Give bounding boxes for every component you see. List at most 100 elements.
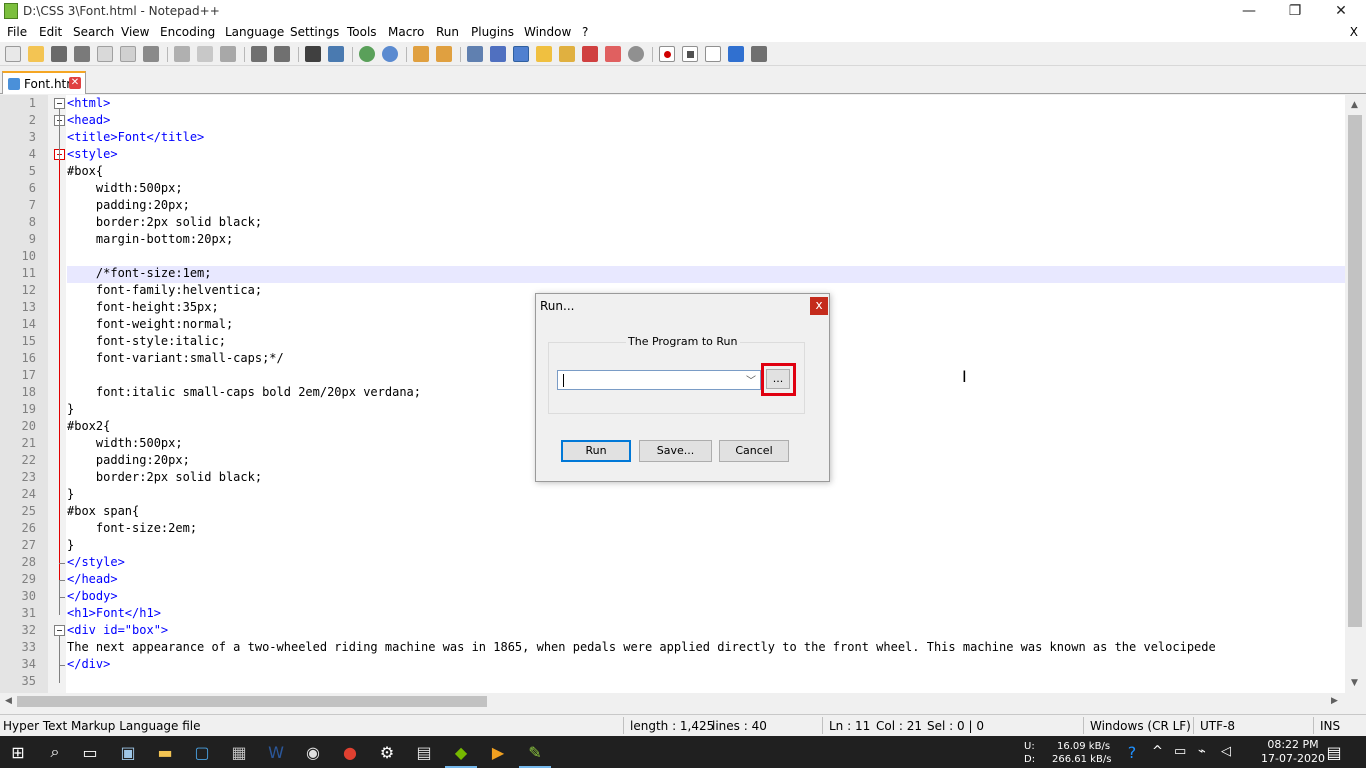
media-player-icon[interactable]: ◉ [301,740,325,764]
chrome-browser-icon[interactable]: ● [338,740,362,764]
calculator-icon[interactable]: ▦ [227,740,251,764]
notepad-plus-plus-taskbar-icon[interactable]: ✎ [523,740,547,764]
store-bag-icon[interactable]: ▤ [412,740,436,764]
menu-settings[interactable]: Settings [290,25,339,39]
photos-app-icon[interactable]: ▣ [116,740,140,764]
code-line[interactable]: font-weight:normal; [67,316,233,333]
scroll-up-icon[interactable]: ▲ [1351,100,1358,110]
code-line[interactable]: padding:20px; [67,197,190,214]
code-line[interactable]: font-height:35px; [67,299,219,316]
play-macro-icon[interactable] [705,46,721,62]
close-icon[interactable] [97,46,113,62]
save-macro-icon[interactable] [751,46,767,62]
run-multiple-icon[interactable] [728,46,744,62]
vertical-scrollbar[interactable]: ▲ ▼ [1345,95,1366,693]
menu-view[interactable]: View [121,25,149,39]
help-icon[interactable]: ? [1120,740,1144,764]
code-line[interactable]: #box span{ [67,503,139,520]
replace-icon[interactable] [328,46,344,62]
volume-icon[interactable]: ◁ [1221,744,1231,759]
code-line[interactable]: </head> [67,571,118,588]
new-file-icon[interactable] [5,46,21,62]
sync-horizontal-icon[interactable] [436,46,452,62]
code-line[interactable]: font-size:2em; [67,520,197,537]
dialog-close-button[interactable]: x [810,297,828,315]
horizontal-scrollbar[interactable]: ◀ ▶ [0,693,1345,710]
code-line[interactable]: } [67,537,74,554]
menu-file[interactable]: File [7,25,27,39]
open-file-icon[interactable] [28,46,44,62]
minimize-button[interactable]: — [1226,0,1272,23]
scroll-left-icon[interactable]: ◀ [5,696,12,706]
cut-icon[interactable] [174,46,190,62]
cancel-button[interactable]: Cancel [719,440,789,462]
code-line[interactable]: } [67,401,74,418]
vertical-scroll-thumb[interactable] [1348,115,1362,627]
doc-map-icon[interactable] [536,46,552,62]
copy-icon[interactable] [197,46,213,62]
code-line[interactable]: width:500px; [67,435,183,452]
monitor-icon[interactable] [628,46,644,62]
zoom-out-icon[interactable] [382,46,398,62]
menu-tools[interactable]: Tools [347,25,377,39]
save-icon[interactable] [51,46,67,62]
video-player-icon[interactable]: ▶ [486,740,510,764]
scroll-right-icon[interactable]: ▶ [1331,696,1338,706]
code-line[interactable]: <h1>Font</h1> [67,605,161,622]
chevron-up-icon[interactable]: ^ [1152,744,1163,759]
code-line[interactable]: <div id="box"> [67,622,168,639]
code-line[interactable]: The next appearance of a two-wheeled rid… [67,639,1216,656]
code-line[interactable]: font-style:italic; [67,333,226,350]
find-icon[interactable] [305,46,321,62]
code-line[interactable]: margin-bottom:20px; [67,231,233,248]
stop-record-icon[interactable] [682,46,698,62]
zoom-in-icon[interactable] [359,46,375,62]
file-explorer-icon[interactable]: ▬ [153,740,177,764]
code-line[interactable]: font-family:helventica; [67,282,262,299]
redo-icon[interactable] [274,46,290,62]
save-button[interactable]: Save... [639,440,712,462]
code-line[interactable]: font:italic small-caps bold 2em/20px ver… [67,384,421,401]
chevron-down-icon[interactable]: ﹀ [746,372,756,387]
word-app-icon[interactable]: W [264,740,288,764]
paste-icon[interactable] [220,46,236,62]
menu-run[interactable]: Run [436,25,459,39]
remote-desktop-icon[interactable]: ▢ [190,740,214,764]
folder-icon[interactable] [605,46,621,62]
close-all-icon[interactable] [120,46,136,62]
task-view-icon[interactable]: ▭ [78,740,102,764]
code-line[interactable]: <title>Font</title> [67,129,204,146]
network-icon[interactable]: ⌁ [1198,744,1206,759]
function-list-icon[interactable] [559,46,575,62]
menu-encoding[interactable]: Encoding [160,25,215,39]
code-line[interactable]: padding:20px; [67,452,190,469]
code-line[interactable]: <head> [67,112,110,129]
code-line[interactable]: width:500px; [67,180,183,197]
tab-close-icon[interactable]: ✕ [69,77,81,89]
code-line[interactable]: /*font-size:1em; [67,265,212,282]
menu-macro[interactable]: Macro [388,25,424,39]
code-line[interactable]: #box{ [67,163,103,180]
menu-edit[interactable]: Edit [39,25,62,39]
code-line[interactable]: border:2px solid black; [67,214,262,231]
code-line[interactable]: </style> [67,554,125,571]
save-all-icon[interactable] [74,46,90,62]
code-line[interactable]: </body> [67,588,118,605]
tab-font-html[interactable]: Font.html ✕ [2,71,86,94]
menu-plugins[interactable]: Plugins [471,25,514,39]
code-line[interactable]: } [67,486,74,503]
code-line[interactable]: border:2px solid black; [67,469,262,486]
fold-margin[interactable] [48,95,66,693]
run-button[interactable]: Run [561,440,631,462]
scroll-down-icon[interactable]: ▼ [1351,678,1358,688]
search-icon[interactable]: ⌕ [43,740,67,764]
menu-help[interactable]: ? [582,25,588,39]
code-line[interactable]: <style> [67,146,118,163]
code-line[interactable]: </div> [67,656,110,673]
browse-button[interactable]: ... [766,369,790,389]
system-clock[interactable]: 08:22 PM 17-07-2020 [1253,738,1333,766]
fold-toggle-icon[interactable] [54,625,65,636]
sync-vertical-icon[interactable] [413,46,429,62]
menu-language[interactable]: Language [225,25,284,39]
code-line[interactable]: #box2{ [67,418,110,435]
